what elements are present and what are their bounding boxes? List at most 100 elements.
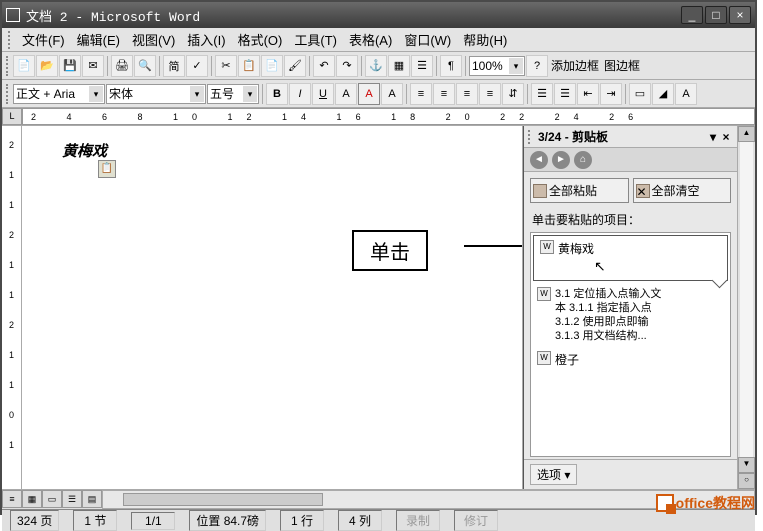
horizontal-ruler[interactable]: L 2 4 6 8 10 12 14 16 18 20 22 24 26 [2, 108, 755, 126]
hyperlink-icon[interactable]: ⚓ [365, 55, 387, 77]
clipboard-item-line: 本 3.1.1 指定插入点 [555, 301, 661, 315]
scroll-up-icon[interactable]: ▲ [738, 126, 755, 142]
document-area[interactable]: 黄梅戏 📋 单击 [22, 126, 523, 489]
annotation-line [464, 245, 523, 247]
taskpane-grip[interactable] [528, 130, 534, 144]
nav-forward-icon[interactable]: ► [552, 151, 570, 169]
clipboard-item[interactable]: W 3.1 定位插入点输入文 本 3.1.1 指定插入点 3.1.2 使用即点即… [531, 283, 730, 347]
menu-view[interactable]: 视图(V) [126, 28, 181, 51]
clear-all-icon: ✕ [636, 184, 650, 198]
menu-tools[interactable]: 工具(T) [288, 28, 343, 51]
size-combo[interactable]: 五号▾ [207, 84, 259, 104]
font-combo[interactable]: 宋体▾ [106, 84, 206, 104]
highlight-icon[interactable]: ◢ [652, 83, 674, 105]
paste-options-icon[interactable]: 📋 [98, 160, 116, 178]
clipboard-hint: 单击要粘贴的项目： [524, 209, 737, 230]
columns-icon[interactable]: ☰ [411, 55, 433, 77]
align-center-icon[interactable]: ≡ [433, 83, 455, 105]
add-border-button[interactable]: 添加边框 [549, 57, 601, 74]
char-a1-button[interactable]: A [335, 83, 357, 105]
reading-view-icon[interactable]: ▤ [82, 490, 102, 508]
open-icon[interactable]: 📂 [36, 55, 58, 77]
menu-table[interactable]: 表格(A) [343, 28, 398, 51]
taskpane-close-icon[interactable]: × [719, 130, 733, 144]
taskpane-title: 3/24 - 剪贴板 [538, 128, 707, 145]
watermark-icon [656, 494, 674, 512]
outdent-icon[interactable]: ⇤ [577, 83, 599, 105]
style-combo[interactable]: 正文 + Aria▾ [13, 84, 105, 104]
mail-icon[interactable]: ✉ [82, 55, 104, 77]
menu-handle[interactable] [8, 31, 12, 49]
print-icon[interactable]: 🖨 [111, 55, 133, 77]
cursor-icon: ↖ [594, 258, 606, 275]
print-view-icon[interactable]: ▭ [42, 490, 62, 508]
document-text[interactable]: 黄梅戏 [62, 140, 107, 161]
clipboard-taskpane: 3/24 - 剪贴板 ▾ × ◄ ► ⌂ 全部粘贴 ✕全部清空 单击要粘贴的项目… [523, 126, 737, 489]
normal-view-icon[interactable]: ≡ [2, 490, 22, 508]
toolbar-handle[interactable] [6, 56, 10, 76]
maximize-button[interactable]: □ [705, 6, 727, 24]
paste-all-button[interactable]: 全部粘贴 [530, 178, 629, 203]
clipboard-item[interactable]: W 黄梅戏 ↖ [533, 235, 728, 281]
menu-insert[interactable]: 插入(I) [181, 28, 231, 51]
toolbar-handle[interactable] [6, 84, 10, 104]
outline-view-icon[interactable]: ☰ [62, 490, 82, 508]
paste-all-icon [533, 184, 547, 198]
minimize-button[interactable]: _ [681, 6, 703, 24]
options-button[interactable]: 选项 ▾ [530, 464, 577, 485]
undo-icon[interactable]: ↶ [313, 55, 335, 77]
copy-icon[interactable]: 📋 [238, 55, 260, 77]
spell-icon[interactable]: ✓ [186, 55, 208, 77]
scroll-down-icon[interactable]: ▼ [738, 457, 755, 473]
clipboard-item[interactable]: W 橙子 [531, 347, 730, 372]
bullet-list-icon[interactable]: ☰ [554, 83, 576, 105]
print-preview-icon[interactable]: 🔍 [134, 55, 156, 77]
new-icon[interactable]: 📄 [13, 55, 35, 77]
vertical-scrollbar[interactable]: ▲ ▼ ○ [737, 126, 755, 489]
scroll-track[interactable] [740, 142, 753, 457]
read-icon[interactable]: 简 [163, 55, 185, 77]
border-icon[interactable]: ▭ [629, 83, 651, 105]
menu-window[interactable]: 窗口(W) [398, 28, 457, 51]
window-title: 文档 2 - Microsoft Word [26, 6, 681, 25]
cut-icon[interactable]: ✂ [215, 55, 237, 77]
table-icon[interactable]: ▦ [388, 55, 410, 77]
browse-object-icon[interactable]: ○ [738, 473, 755, 489]
align-right-icon[interactable]: ≡ [456, 83, 478, 105]
paste-icon[interactable]: 📄 [261, 55, 283, 77]
menu-file[interactable]: 文件(F) [16, 28, 71, 51]
nav-back-icon[interactable]: ◄ [530, 151, 548, 169]
vertical-ruler[interactable]: 21121121101 [2, 126, 22, 489]
line-spacing-icon[interactable]: ⇵ [502, 83, 524, 105]
statusbar: 324 页 1 节 1/1 位置 84.7磅 1 行 4 列 录制 修订 [2, 509, 755, 531]
align-justify-icon[interactable]: ≡ [479, 83, 501, 105]
format-painter-icon[interactable]: 🖌 [284, 55, 306, 77]
indent-icon[interactable]: ⇥ [600, 83, 622, 105]
italic-button[interactable]: I [289, 83, 311, 105]
clipboard-item-text: 黄梅戏 [558, 240, 594, 257]
number-list-icon[interactable]: ☰ [531, 83, 553, 105]
menu-edit[interactable]: 编辑(E) [71, 28, 126, 51]
save-icon[interactable]: 💾 [59, 55, 81, 77]
align-left-icon[interactable]: ≡ [410, 83, 432, 105]
menu-help[interactable]: 帮助(H) [457, 28, 513, 51]
drawing-icon[interactable]: ¶ [440, 55, 462, 77]
bold-button[interactable]: B [266, 83, 288, 105]
hscroll-thumb[interactable] [123, 493, 323, 506]
char-a3-button[interactable]: A [381, 83, 403, 105]
image-border-button[interactable]: 图边框 [602, 57, 642, 74]
font-color-icon[interactable]: A [675, 83, 697, 105]
taskpane-menu-icon[interactable]: ▾ [707, 130, 719, 144]
redo-icon[interactable]: ↷ [336, 55, 358, 77]
clear-all-button[interactable]: ✕全部清空 [633, 178, 732, 203]
clipboard-item-line: 3.1.3 用文档结构... [555, 329, 661, 343]
zoom-combo[interactable]: 100%▾ [469, 56, 525, 76]
char-a2-button[interactable]: A [358, 83, 380, 105]
close-button[interactable]: × [729, 6, 751, 24]
ruler-corner: L [2, 108, 22, 125]
help-icon[interactable]: ? [526, 55, 548, 77]
nav-home-icon[interactable]: ⌂ [574, 151, 592, 169]
web-view-icon[interactable]: ▦ [22, 490, 42, 508]
menu-format[interactable]: 格式(O) [232, 28, 289, 51]
underline-button[interactable]: U [312, 83, 334, 105]
